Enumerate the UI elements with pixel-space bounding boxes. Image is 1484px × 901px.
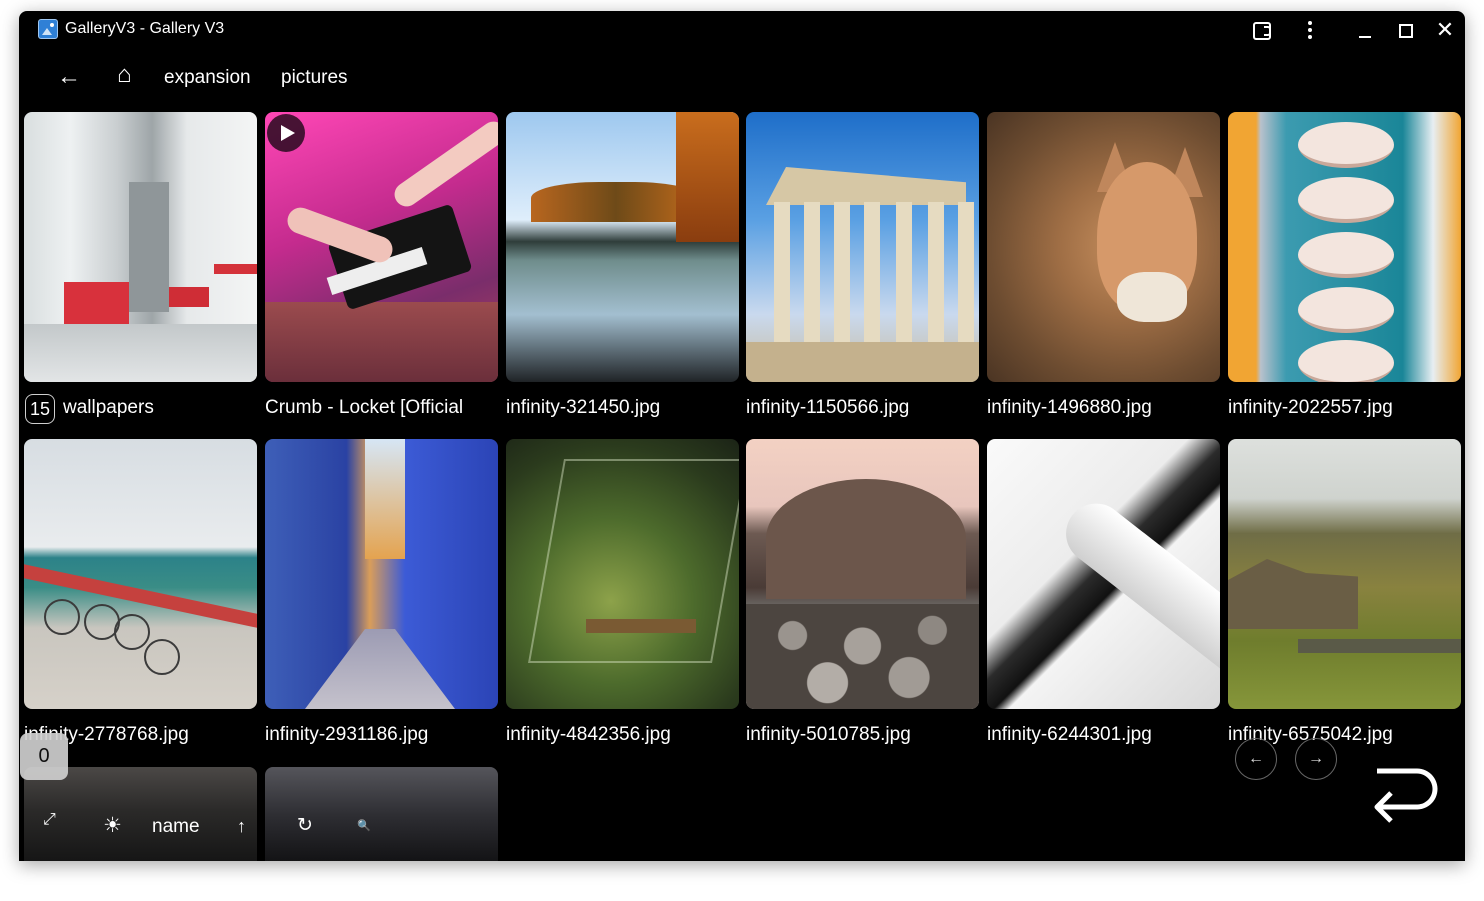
home-icon[interactable]: ⌂ [117, 61, 132, 89]
app-window: GalleryV3 - Gallery V3 ✕ ← ⌂ expansion p… [19, 11, 1465, 861]
item-label: infinity-5010785.jpg [746, 724, 911, 745]
breadcrumb-expansion[interactable]: expansion [164, 67, 251, 89]
previous-page-button[interactable]: ← [1235, 738, 1277, 780]
maximize-icon[interactable] [1392, 17, 1418, 43]
window-title: GalleryV3 - Gallery V3 [65, 20, 225, 37]
image-thumbnail[interactable] [746, 112, 979, 382]
image-thumbnail[interactable] [506, 112, 739, 382]
folder-thumbnail-wallpapers[interactable] [24, 112, 257, 382]
refresh-icon[interactable]: ↻ [297, 814, 313, 837]
item-label: wallpapers [63, 397, 154, 418]
image-thumbnail[interactable] [265, 439, 498, 709]
next-page-button[interactable]: → [1295, 738, 1337, 780]
item-label: infinity-2022557.jpg [1228, 397, 1393, 418]
image-thumbnail[interactable] [746, 439, 979, 709]
more-vert-icon[interactable] [1297, 17, 1323, 43]
item-label: infinity-1496880.jpg [987, 397, 1152, 418]
sort-by-button[interactable]: name [152, 816, 200, 838]
image-thumbnail[interactable] [506, 439, 739, 709]
minimize-icon[interactable] [1352, 17, 1378, 43]
image-thumbnail[interactable] [24, 439, 257, 709]
gallery-app-icon [38, 19, 58, 39]
image-thumbnail[interactable] [1228, 439, 1461, 709]
item-label: infinity-6244301.jpg [987, 724, 1152, 745]
search-icon[interactable]: 🔍 [357, 819, 371, 832]
breadcrumb: ← ⌂ expansion pictures [19, 53, 1465, 101]
item-label: infinity-321450.jpg [506, 397, 661, 418]
item-label: infinity-2931186.jpg [265, 724, 429, 745]
extension-icon[interactable] [1248, 17, 1274, 43]
back-arrow-icon[interactable]: ← [57, 63, 81, 91]
return-icon[interactable] [1371, 763, 1441, 823]
close-icon[interactable]: ✕ [1432, 17, 1458, 43]
item-label: infinity-1150566.jpg [746, 397, 910, 418]
title-bar: GalleryV3 - Gallery V3 ✕ [19, 11, 1465, 49]
brightness-icon[interactable]: ☀ [103, 813, 122, 838]
play-icon [267, 114, 305, 152]
breadcrumb-pictures[interactable]: pictures [281, 67, 348, 89]
item-label: Crumb - Locket [Official [265, 397, 464, 418]
video-thumbnail[interactable] [265, 112, 498, 382]
item-label: infinity-4842356.jpg [506, 724, 671, 745]
folder-count-badge: 15 [25, 394, 55, 424]
expand-icon[interactable]: ⤢ [43, 811, 56, 829]
sort-direction-icon[interactable]: ↑ [237, 816, 246, 837]
image-thumbnail[interactable] [987, 112, 1220, 382]
selection-count-badge: 0 [20, 733, 68, 780]
image-thumbnail[interactable] [24, 767, 257, 861]
image-thumbnail[interactable] [987, 439, 1220, 709]
image-thumbnail[interactable] [1228, 112, 1461, 382]
